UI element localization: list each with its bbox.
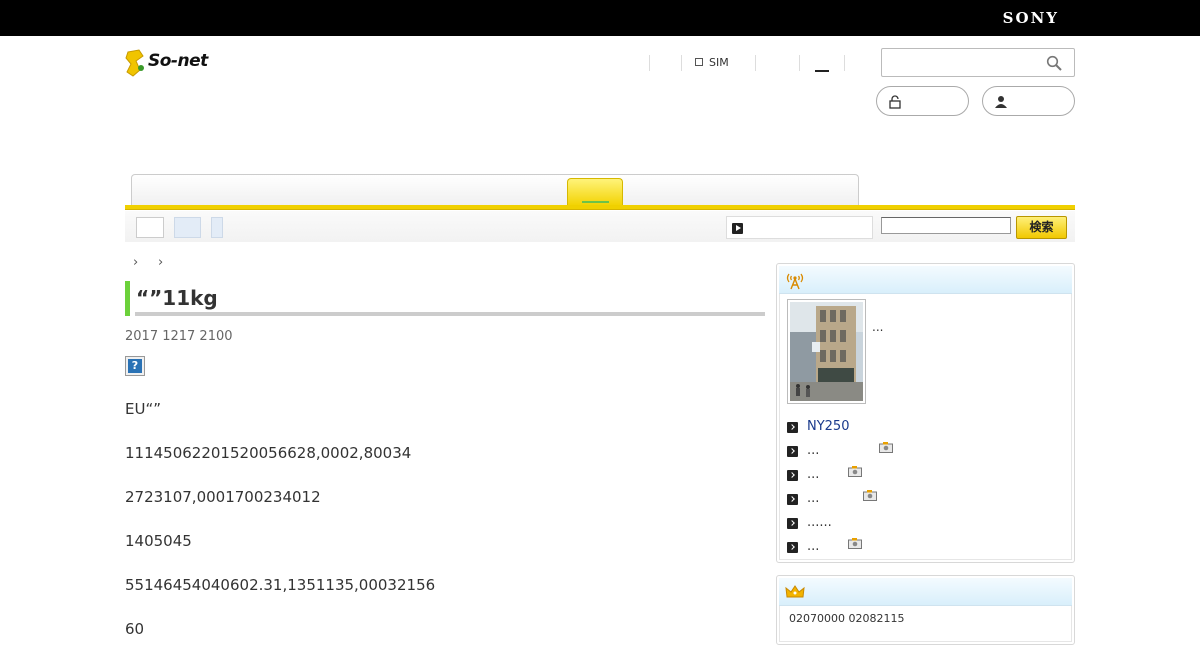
user-icon [995,96,1007,108]
tab-active-marker [582,201,609,203]
news-thumbnail[interactable] [787,299,866,404]
header-search-input[interactable] [881,48,1075,77]
subnav-item[interactable] [174,217,201,238]
site-search-input[interactable] [881,217,1011,234]
header-nav-divider [755,55,756,71]
tab-active[interactable] [567,178,623,206]
header-nav-divider [799,55,800,71]
rss-link-box[interactable] [726,216,873,239]
bullet-arrow-icon [787,446,798,457]
ranking-panel-header [779,578,1072,606]
breadcrumb-separator: › [158,255,164,270]
news-panel-header [779,266,1072,294]
article-paragraph: 1405045 [125,532,192,550]
sonet-mascot-icon [125,49,144,77]
subnav-item[interactable] [136,217,164,238]
sonet-logo-text: So-net [148,51,208,71]
header-nav-underline[interactable] [815,70,829,72]
header-nav-sim[interactable]: SIM [695,56,729,69]
site-search-button[interactable]: 検索 [1016,216,1067,239]
bullet-arrow-icon [787,518,798,529]
broadcast-antenna-icon [786,273,804,290]
camera-icon [863,490,877,501]
bullet-arrow-icon [787,494,798,505]
ranking-panel [776,575,1075,645]
header-nav-divider [844,55,845,71]
article-paragraph: 55146454040602.31,1351135,00032156 [125,576,436,594]
bullet-arrow-icon [787,422,798,433]
header-nav-divider [681,55,682,71]
bullet-arrow-icon [787,470,798,481]
article-paragraph: 2723107,0001700234012 [125,488,321,506]
news-thumb-caption[interactable]: ... [872,320,883,334]
camera-icon [879,442,893,453]
help-icon[interactable]: ? [125,356,145,376]
camera-icon [848,466,862,477]
tab-rule [125,205,1075,210]
title-underline [135,312,765,316]
crown-icon [785,585,805,598]
camera-icon [848,538,862,549]
sony-logo[interactable]: SONY [1003,9,1059,27]
sony-top-bar: SONY [0,0,1200,36]
bullet-arrow-icon [787,542,798,553]
breadcrumb-separator: › [133,255,139,270]
search-icon[interactable] [1046,55,1062,71]
title-accent-bar [125,281,130,316]
article-date: 2017 1217 2100 [125,329,233,344]
sim-icon [695,58,703,66]
login-button[interactable] [876,86,969,116]
sonet-logo[interactable]: So-net [125,48,220,78]
header-nav-divider [649,55,650,71]
subnav-item[interactable] [211,217,223,238]
member-button[interactable] [982,86,1075,116]
category-tab-strip [131,174,859,206]
article-paragraph: 60 [125,620,145,638]
building-photo [790,302,863,401]
lock-icon [889,95,901,109]
article-paragraph: EU“” [125,400,161,418]
article-title: “”11kg [136,286,218,310]
ranking-date-range: 02070000 02082115 [789,612,905,625]
play-icon [732,223,743,234]
article-paragraph: 11145062201520056628,0002,80034 [125,444,412,462]
